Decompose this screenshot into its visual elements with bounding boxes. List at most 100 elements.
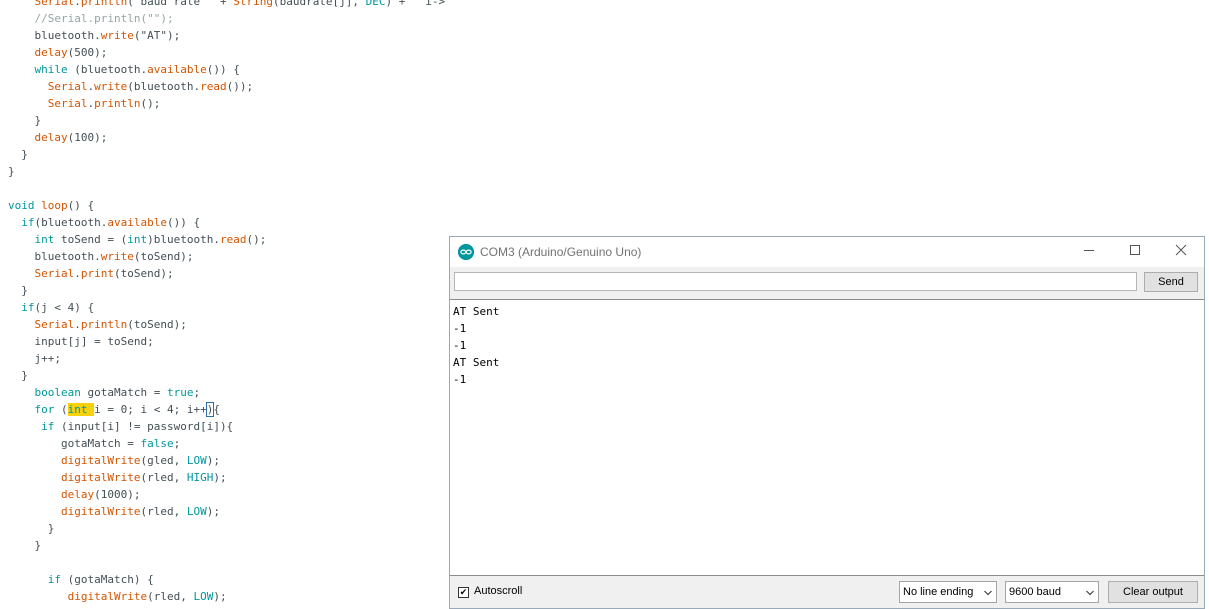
code-token: (baudrate[j], bbox=[272, 0, 366, 8]
autoscroll-checkbox[interactable]: ✔ bbox=[458, 587, 469, 598]
code-token: gotaMatch = bbox=[8, 437, 141, 450]
code-token: ()) { bbox=[166, 216, 201, 229]
code-token: while bbox=[34, 63, 68, 76]
chevron-down-icon bbox=[1085, 588, 1095, 601]
code-token: } bbox=[8, 114, 42, 127]
code-token: boolean bbox=[34, 386, 81, 399]
code-token: true bbox=[166, 386, 194, 399]
code-token: ("baud rate " + bbox=[127, 0, 234, 8]
code-token: write bbox=[94, 80, 128, 93]
code-token: HIGH bbox=[186, 471, 214, 484]
code-line: bluetooth.write("AT"); bbox=[8, 27, 180, 44]
checkmark-icon: ✔ bbox=[459, 587, 468, 597]
code-token: Serial bbox=[47, 80, 88, 93]
code-line: j++; bbox=[8, 350, 61, 367]
code-token: (rled, bbox=[140, 505, 187, 518]
code-line: if(bluetooth.available()) { bbox=[8, 214, 200, 231]
title-bar[interactable]: COM3 (Arduino/Genuino Uno) bbox=[450, 237, 1204, 267]
code-token: available bbox=[107, 216, 167, 229]
code-line: input[j] = toSend; bbox=[8, 333, 154, 350]
code-token: read bbox=[219, 233, 247, 246]
serial-monitor-window: COM3 (Arduino/Genuino Uno) Send AT Sent -… bbox=[449, 236, 1205, 609]
code-token: (); bbox=[246, 233, 267, 246]
code-line: if (input[i] != password[i]){ bbox=[8, 418, 233, 435]
code-line: digitalWrite(rled, LOW); bbox=[8, 503, 220, 520]
code-line: Serial.print(toSend); bbox=[8, 265, 174, 282]
code-token: digitalWrite bbox=[60, 471, 141, 484]
code-token: ("AT"); bbox=[133, 29, 181, 42]
code-line: } bbox=[8, 163, 15, 180]
code-token: digitalWrite bbox=[67, 590, 148, 603]
close-button[interactable] bbox=[1158, 237, 1204, 267]
code-token: digitalWrite bbox=[60, 454, 141, 467]
chevron-down-icon bbox=[983, 588, 993, 601]
code-token: if bbox=[21, 216, 35, 229]
code-token: ( bbox=[54, 403, 68, 416]
output-line: -1 bbox=[453, 322, 467, 335]
code-line: } bbox=[8, 537, 41, 554]
output-line: AT Sent bbox=[453, 305, 500, 318]
code-token: println bbox=[80, 318, 128, 331]
code-token: )bluetooth. bbox=[147, 233, 220, 246]
arduino-icon bbox=[458, 244, 474, 260]
code-token: LOW bbox=[193, 590, 214, 603]
code-token: (j < 4) { bbox=[34, 301, 95, 314]
code-token: input[j] = toSend; bbox=[8, 335, 154, 348]
line-ending-value: No line ending bbox=[903, 586, 974, 598]
code-token: ); bbox=[206, 505, 220, 518]
code-line: digitalWrite(rled, HIGH); bbox=[8, 469, 227, 486]
code-token: delay bbox=[34, 46, 68, 59]
baud-rate-select[interactable]: 9600 baud bbox=[1005, 581, 1099, 603]
code-token: () { bbox=[67, 199, 95, 212]
code-token: (toSend); bbox=[114, 267, 174, 280]
code-token: ) + " i-> " + bbox=[385, 0, 446, 8]
code-line: Serial.println(); bbox=[8, 95, 161, 112]
code-token: ); bbox=[213, 590, 227, 603]
code-token: int bbox=[34, 233, 55, 246]
code-token: j++; bbox=[8, 352, 61, 365]
minimize-button[interactable] bbox=[1066, 237, 1112, 267]
code-token: available bbox=[147, 63, 207, 76]
code-token: println bbox=[80, 0, 128, 8]
code-line: } bbox=[8, 282, 28, 299]
code-line: if(j < 4) { bbox=[8, 299, 94, 316]
code-token: } bbox=[8, 284, 28, 297]
code-line: } bbox=[8, 520, 55, 537]
code-token: (); bbox=[140, 97, 161, 110]
code-line: delay(500); bbox=[8, 44, 108, 61]
clear-output-button[interactable]: Clear output bbox=[1108, 581, 1198, 603]
autoscroll-label: Autoscroll bbox=[474, 585, 523, 597]
code-line: void loop() { bbox=[8, 197, 94, 214]
code-token: void bbox=[8, 199, 35, 212]
serial-output[interactable]: AT Sent -1 -1 AT Sent -1 bbox=[450, 299, 1204, 576]
code-token: } bbox=[8, 539, 42, 552]
code-line: Serial.write(bluetooth.read()); bbox=[8, 78, 253, 95]
code-line: //Serial.println(""); bbox=[8, 10, 174, 27]
serial-input[interactable] bbox=[454, 272, 1137, 291]
code-token: gotaMatch = bbox=[80, 386, 167, 399]
code-token: (1000); bbox=[94, 488, 141, 501]
line-ending-select[interactable]: No line ending bbox=[899, 581, 997, 603]
code-token: (rled, bbox=[140, 471, 187, 484]
code-token: ; bbox=[173, 437, 181, 450]
send-row: Send bbox=[450, 267, 1204, 297]
code-token: loop bbox=[41, 199, 68, 212]
code-token: ()); bbox=[226, 80, 254, 93]
code-editor[interactable]: Serial.println("baud rate " + String(bau… bbox=[0, 0, 450, 609]
code-token: delay bbox=[60, 488, 95, 501]
send-button[interactable]: Send bbox=[1144, 272, 1198, 292]
code-token: (bluetooth. bbox=[127, 80, 201, 93]
maximize-button[interactable] bbox=[1112, 237, 1158, 267]
code-token: write bbox=[100, 250, 134, 263]
